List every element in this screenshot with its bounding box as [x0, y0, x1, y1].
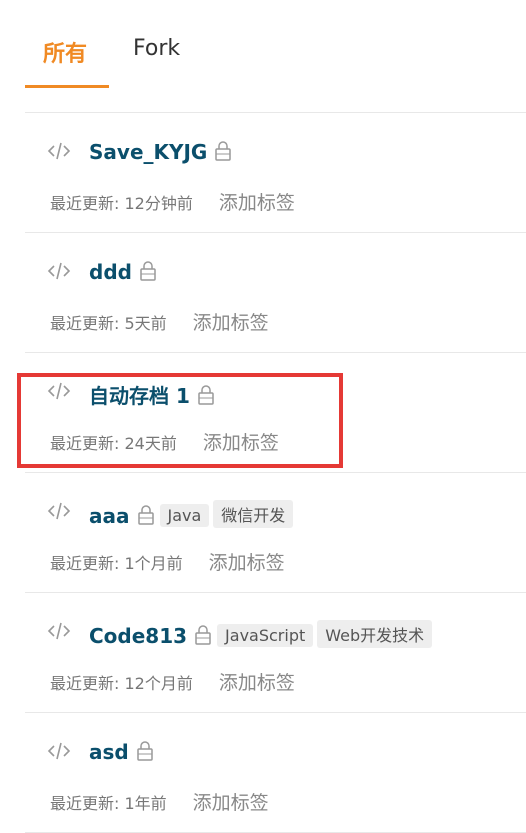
- add-tag-link[interactable]: 添加标签: [193, 312, 269, 334]
- repo-name-link[interactable]: asd: [89, 740, 155, 764]
- code-icon: [47, 382, 71, 400]
- tag-chip[interactable]: Java: [159, 504, 210, 527]
- repo-name-link[interactable]: Save_KYJG: [89, 140, 233, 164]
- repo-name-link[interactable]: Code813 JavaScript Web开发技术: [89, 620, 433, 648]
- repo-meta: 最近更新: 1年前 添加标签: [50, 788, 269, 815]
- repo-name: aaa: [89, 504, 130, 528]
- add-tag-link[interactable]: 添加标签: [219, 192, 295, 214]
- tag-chip[interactable]: Web开发技术: [317, 620, 433, 648]
- add-tag-link[interactable]: 添加标签: [209, 552, 285, 574]
- repo-meta: 最近更新: 24天前 添加标签: [50, 428, 279, 455]
- repo-row: 自动存档 1 最近更新: 24天前 添加标签: [25, 353, 526, 473]
- repo-name: ddd: [89, 260, 132, 284]
- tag-chip[interactable]: JavaScript: [217, 624, 314, 647]
- tab-all[interactable]: 所有: [43, 36, 87, 68]
- repo-name-link[interactable]: 自动存档 1: [89, 380, 216, 409]
- repo-row: aaa Java 微信开发 最近更新: 1个月前 添加标签: [25, 473, 526, 593]
- active-tab-indicator: [25, 85, 109, 88]
- repo-row: ddd 最近更新: 5天前 添加标签: [25, 233, 526, 353]
- lock-icon: [140, 261, 156, 281]
- code-icon: [47, 142, 71, 160]
- add-tag-link[interactable]: 添加标签: [203, 432, 279, 454]
- repo-meta: 最近更新: 12分钟前 添加标签: [50, 188, 295, 215]
- repo-name: asd: [89, 740, 129, 764]
- last-updated: 最近更新: 12个月前: [50, 674, 193, 693]
- repo-name: Code813: [89, 624, 188, 648]
- add-tag-link[interactable]: 添加标签: [219, 672, 295, 694]
- repo-row: Code813 JavaScript Web开发技术 最近更新: 12个月前 添加标签: [25, 593, 526, 713]
- lock-icon: [137, 505, 154, 525]
- lock-icon: [195, 625, 211, 645]
- last-updated: 最近更新: 1个月前: [50, 554, 183, 573]
- last-updated: 最近更新: 24天前: [50, 434, 177, 453]
- last-updated: 最近更新: 5天前: [50, 314, 167, 333]
- last-updated: 最近更新: 1年前: [50, 794, 167, 813]
- lock-icon: [136, 741, 153, 761]
- repo-meta: 最近更新: 1个月前 添加标签: [50, 548, 285, 575]
- repo-name-link[interactable]: ddd: [89, 260, 158, 284]
- repo-name-link[interactable]: aaa Java 微信开发: [89, 500, 294, 528]
- repo-meta: 最近更新: 5天前 添加标签: [50, 308, 269, 335]
- tag-chip[interactable]: 微信开发: [213, 500, 294, 528]
- code-icon: [47, 502, 71, 520]
- code-icon: [47, 622, 71, 640]
- repo-name: 自动存档 1: [89, 384, 190, 408]
- code-icon: [47, 742, 71, 760]
- repo-row: asd 最近更新: 1年前 添加标签: [25, 713, 526, 833]
- add-tag-link[interactable]: 添加标签: [193, 792, 269, 814]
- tab-fork[interactable]: Fork: [133, 36, 180, 61]
- tab-bar: 所有 Fork: [25, 0, 526, 113]
- repo-name: Save_KYJG: [89, 140, 208, 164]
- last-updated: 最近更新: 12分钟前: [50, 194, 193, 213]
- code-icon: [47, 262, 71, 280]
- lock-icon: [198, 385, 214, 405]
- lock-icon: [215, 141, 232, 161]
- repo-meta: 最近更新: 12个月前 添加标签: [50, 668, 295, 695]
- repo-list: Save_KYJG 最近更新: 12分钟前 添加标签 ddd 最近更新: 5天前添…: [25, 113, 526, 833]
- repo-row: Save_KYJG 最近更新: 12分钟前 添加标签: [25, 113, 526, 233]
